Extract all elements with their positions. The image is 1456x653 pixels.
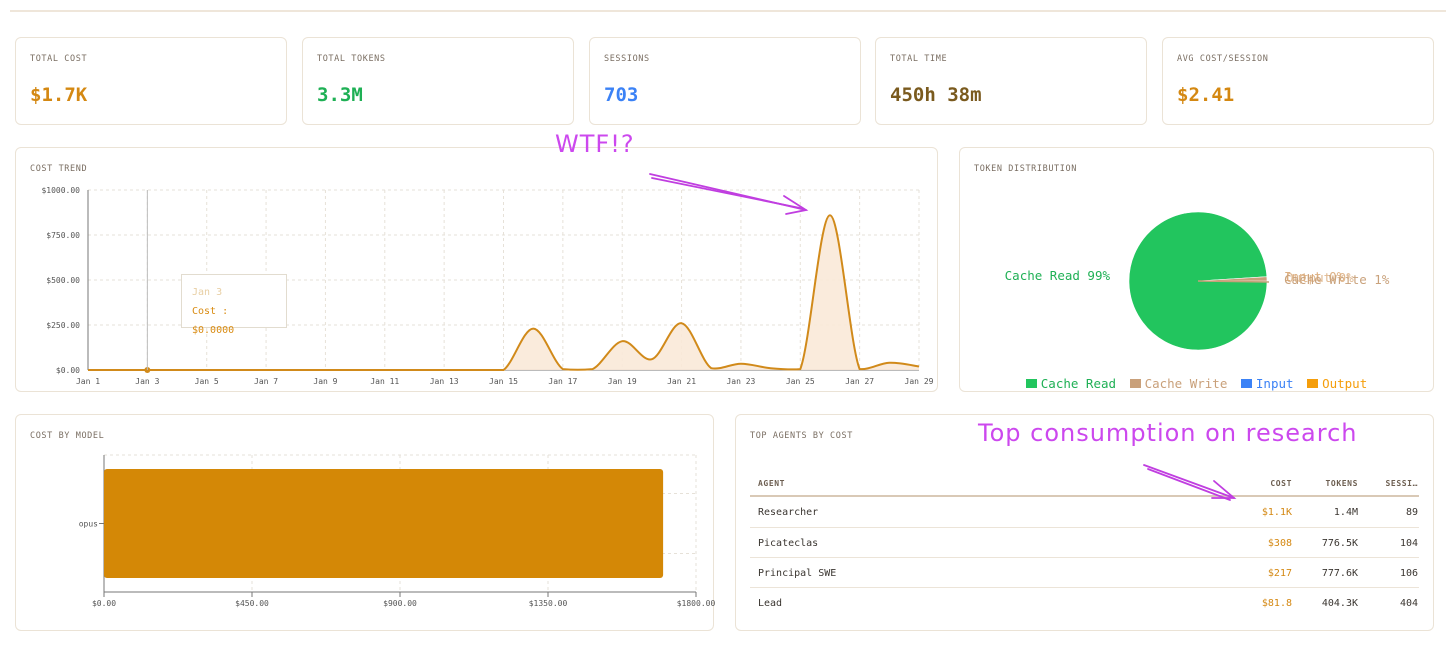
x-tick-label: Jan 15 — [489, 377, 518, 386]
y-tick-label: $0.00 — [56, 366, 80, 375]
x-tick-label: Jan 3 — [135, 377, 159, 386]
column-header-sessions[interactable]: SESSI… — [1372, 479, 1418, 488]
agent-cost: $308 — [1267, 538, 1292, 549]
legend-item-cache-read[interactable]: Cache Read — [1025, 376, 1117, 391]
stat-label: AVG COST/SESSION — [1177, 54, 1269, 64]
agent-tokens: 1.4M — [1333, 507, 1358, 518]
column-header-tokens[interactable]: TOKENS — [1304, 479, 1358, 488]
stat-label: TOTAL TIME — [890, 54, 948, 64]
stat-label: TOTAL TOKENS — [317, 54, 386, 64]
x-tick-label: Jan 25 — [786, 377, 815, 386]
y-tick-label: $1000.00 — [41, 186, 80, 195]
tooltip-value: Cost : $0.0000 — [192, 306, 235, 336]
x-tick-label: Jan 1 — [76, 377, 100, 386]
x-tick-label: Jan 17 — [548, 377, 577, 386]
agent-cost: $217 — [1267, 568, 1292, 579]
header-divider — [10, 10, 1446, 12]
stat-label: SESSIONS — [604, 54, 650, 64]
panel-title: TOP AGENTS BY COST — [750, 431, 853, 441]
stat-value: $1.7K — [30, 84, 88, 106]
legend-item-output[interactable]: Output — [1307, 376, 1367, 391]
table-row[interactable]: Picateclas $308 776.5K 104 — [750, 527, 1419, 558]
stat-value: 450h 38m — [890, 84, 982, 106]
agent-sessions: 106 — [1399, 568, 1418, 579]
legend-swatch — [1025, 379, 1037, 388]
cost-by-model-panel: COST BY MODEL $0.00 $450.00 $900.00 $1350.0… — [15, 414, 715, 632]
legend-label: Cache Write — [1144, 376, 1228, 391]
cost-by-model-chart[interactable]: $0.00 $450.00 $900.00 $1350.00 $1800.00 opus — [16, 415, 715, 632]
agent-name: Principal SWE — [758, 568, 837, 579]
y-tick-label: $250.00 — [46, 321, 80, 330]
sessions-card: SESSIONS 703 — [589, 37, 861, 125]
stat-label: TOTAL COST — [30, 54, 88, 64]
pie-legend: Cache Read Cache Write Input Output — [960, 376, 1433, 391]
agent-tokens: 777.6K — [1321, 568, 1358, 579]
x-tick-label: Jan 21 — [667, 377, 696, 386]
total-cost-card: TOTAL COST $1.7K — [15, 37, 287, 125]
legend-item-cache-write[interactable]: Cache Write — [1129, 376, 1228, 391]
cost-trend-panel: COST TREND $0.00 $250.00 $500.00 $750.00 $10… — [15, 147, 938, 392]
x-tick-label: $0.00 — [92, 599, 116, 608]
token-distribution-panel: TOKEN DISTRIBUTION Cache Read 99% Input 0… — [959, 147, 1434, 392]
legend-label: Input — [1255, 376, 1294, 391]
pie-slice-small — [1197, 280, 1270, 283]
legend-label: Output — [1322, 376, 1368, 391]
agent-cost: $81.8 — [1261, 598, 1292, 609]
chart-tooltip: Jan 3 Cost : $0.0000 — [181, 274, 287, 336]
stat-value: 3.3M — [317, 84, 363, 106]
x-tick-label: $450.00 — [235, 599, 269, 608]
x-tick-label: Jan 7 — [254, 377, 278, 386]
agent-sessions: 404 — [1399, 598, 1418, 609]
y-tick-label: $750.00 — [46, 231, 80, 240]
agent-sessions: 104 — [1399, 538, 1418, 549]
agent-name: Researcher — [758, 507, 819, 518]
agent-cost: $1.1K — [1261, 507, 1292, 518]
x-tick-label: Jan 5 — [195, 377, 219, 386]
avg-cost-session-card: AVG COST/SESSION $2.41 — [1162, 37, 1434, 125]
x-tick-label: Jan 9 — [313, 377, 337, 386]
bar-opus — [104, 469, 664, 578]
agent-tokens: 404.3K — [1321, 598, 1358, 609]
cost-trend-chart[interactable]: $0.00 $250.00 $500.00 $750.00 $1000.00 Jan 1 J… — [16, 148, 939, 393]
stat-value: $2.41 — [1177, 84, 1235, 106]
x-tick-label: $1350.00 — [529, 599, 568, 608]
x-tick-label: Jan 13 — [430, 377, 459, 386]
slice-label: Cache Write 1% — [1284, 272, 1390, 287]
agent-name: Lead — [758, 598, 783, 609]
legend-swatch — [1307, 379, 1319, 388]
total-tokens-card: TOTAL TOKENS 3.3M — [302, 37, 574, 125]
stat-value: 703 — [604, 84, 639, 106]
agent-tokens: 776.5K — [1321, 538, 1358, 549]
x-tick-label: Jan 19 — [608, 377, 637, 386]
table-row[interactable]: Researcher $1.1K 1.4M 89 — [750, 497, 1419, 527]
x-tick-label: Jan 11 — [370, 377, 399, 386]
slice-label: Cache Read 99% — [1005, 268, 1111, 283]
legend-label: Cache Read — [1040, 376, 1117, 391]
legend-swatch — [1129, 379, 1141, 388]
column-header-cost[interactable]: COST — [1244, 479, 1292, 488]
agent-sessions: 89 — [1405, 507, 1418, 518]
y-tick-label: opus — [79, 520, 98, 529]
annotation-research: Top consumption on research — [978, 419, 1358, 447]
table-row[interactable]: Principal SWE $217 777.6K 106 — [750, 557, 1419, 588]
agent-name: Picateclas — [758, 538, 819, 549]
legend-item-input[interactable]: Input — [1240, 376, 1294, 391]
table-row[interactable]: Lead $81.8 404.3K 404 — [750, 587, 1419, 618]
annotation-wtf: WTF!? — [555, 130, 635, 158]
total-time-card: TOTAL TIME 450h 38m — [875, 37, 1147, 125]
column-header-agent[interactable]: AGENT — [758, 479, 785, 488]
x-tick-label: $1800.00 — [677, 599, 716, 608]
token-distribution-pie[interactable]: Cache Read 99% Input 0%Output 0%Cache Wri… — [960, 148, 1435, 393]
x-tick-label: Jan 23 — [726, 377, 755, 386]
legend-swatch — [1240, 379, 1252, 388]
x-tick-label: Jan 29 — [905, 377, 934, 386]
tooltip-date: Jan 3 — [192, 287, 223, 298]
x-tick-label: Jan 27 — [845, 377, 874, 386]
x-tick-label: $900.00 — [383, 599, 417, 608]
y-tick-label: $500.00 — [46, 276, 80, 285]
